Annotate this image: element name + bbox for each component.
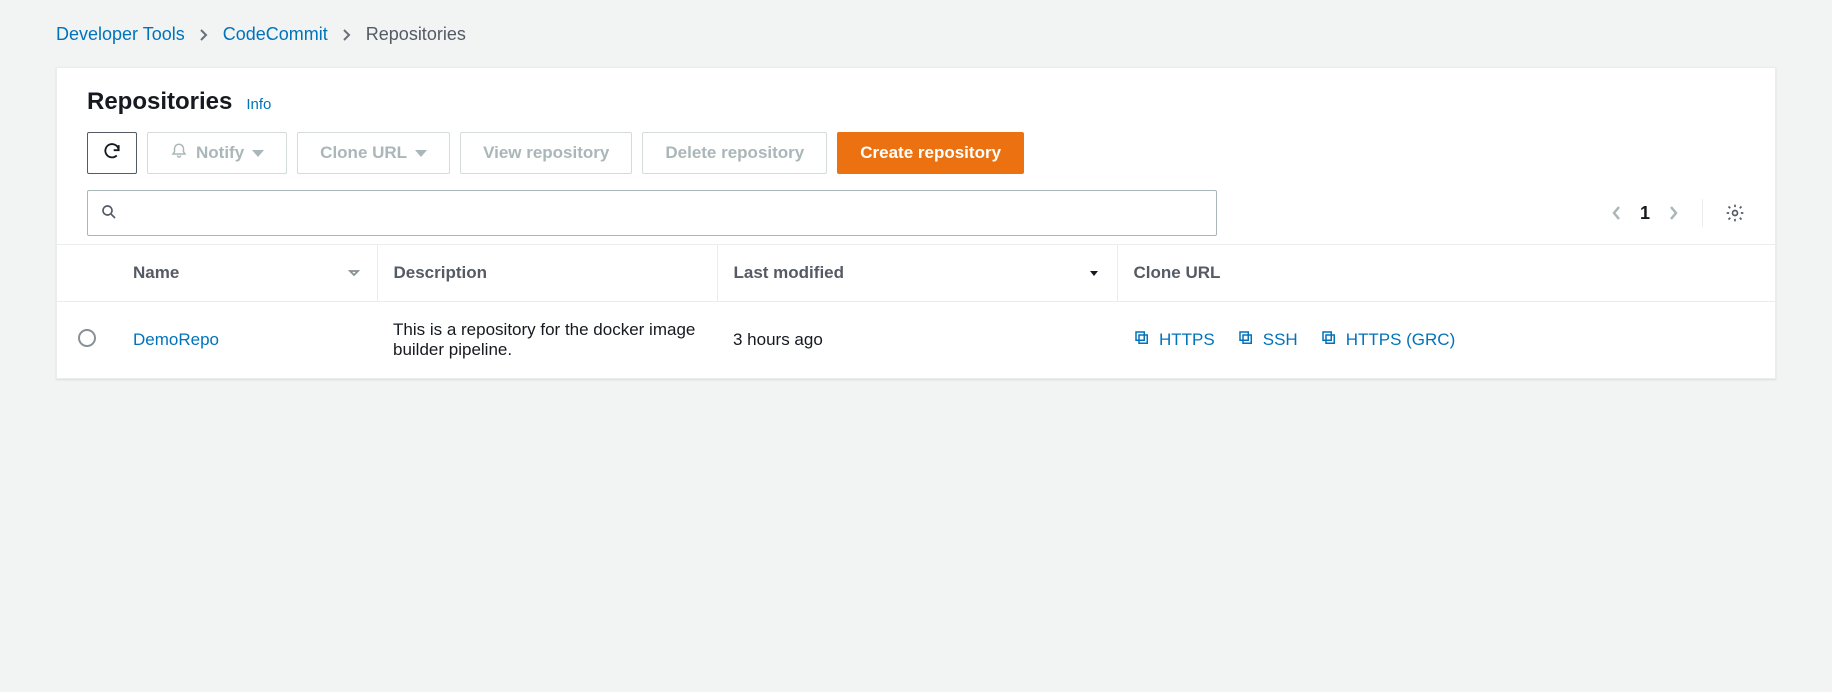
copy-icon: [1133, 329, 1151, 352]
search-box[interactable]: [87, 190, 1217, 236]
clone-url-button[interactable]: Clone URL: [297, 132, 450, 174]
clone-links: HTTPS SSH: [1133, 329, 1759, 352]
clone-grc-link[interactable]: HTTPS (GRC): [1320, 329, 1456, 352]
caret-down-icon: [252, 150, 264, 157]
next-page-button[interactable]: [1668, 204, 1680, 222]
notify-button[interactable]: Notify: [147, 132, 287, 174]
repo-last-modified: 3 hours ago: [717, 302, 1117, 379]
toolbar: Notify Clone URL View repository Delete …: [87, 132, 1745, 174]
column-last-modified[interactable]: Last modified: [717, 245, 1117, 302]
search-input[interactable]: [128, 204, 1204, 222]
clone-url-label: Clone URL: [320, 143, 407, 163]
bell-icon: [170, 142, 188, 165]
column-name[interactable]: Name: [117, 245, 377, 302]
repo-name-link[interactable]: DemoRepo: [133, 330, 219, 349]
prev-page-button[interactable]: [1610, 204, 1622, 222]
notify-label: Notify: [196, 143, 244, 163]
column-clone-url: Clone URL: [1117, 245, 1775, 302]
page-title: Repositories: [87, 88, 232, 116]
breadcrumb: Developer Tools CodeCommit Repositories: [56, 24, 1776, 45]
row-select-radio[interactable]: [78, 329, 96, 347]
clone-ssh-link[interactable]: SSH: [1237, 329, 1298, 352]
repositories-panel: Repositories Info Notify Clone: [56, 67, 1776, 379]
sort-desc-icon: [1087, 266, 1101, 280]
delete-repository-button[interactable]: Delete repository: [642, 132, 827, 174]
page-number: 1: [1640, 203, 1650, 224]
chevron-right-icon: [199, 28, 209, 42]
view-repository-button[interactable]: View repository: [460, 132, 632, 174]
table-row: DemoRepo This is a repository for the do…: [57, 302, 1775, 379]
refresh-icon: [102, 141, 122, 166]
column-select: [57, 245, 117, 302]
copy-icon: [1237, 329, 1255, 352]
pagination: 1: [1610, 199, 1745, 227]
info-link[interactable]: Info: [246, 96, 271, 113]
caret-down-icon: [415, 150, 427, 157]
create-repository-button[interactable]: Create repository: [837, 132, 1024, 174]
clone-https-link[interactable]: HTTPS: [1133, 329, 1215, 352]
column-description[interactable]: Description: [377, 245, 717, 302]
breadcrumb-developer-tools[interactable]: Developer Tools: [56, 24, 185, 45]
repositories-table: Name Description Last modifie: [57, 244, 1775, 378]
breadcrumb-current: Repositories: [366, 24, 466, 45]
search-icon: [100, 203, 118, 224]
repo-description: This is a repository for the docker imag…: [377, 302, 717, 379]
settings-button[interactable]: [1725, 203, 1745, 223]
copy-icon: [1320, 329, 1338, 352]
breadcrumb-codecommit[interactable]: CodeCommit: [223, 24, 328, 45]
refresh-button[interactable]: [87, 132, 137, 174]
sort-icon: [347, 266, 361, 280]
divider: [1702, 199, 1703, 227]
chevron-right-icon: [342, 28, 352, 42]
